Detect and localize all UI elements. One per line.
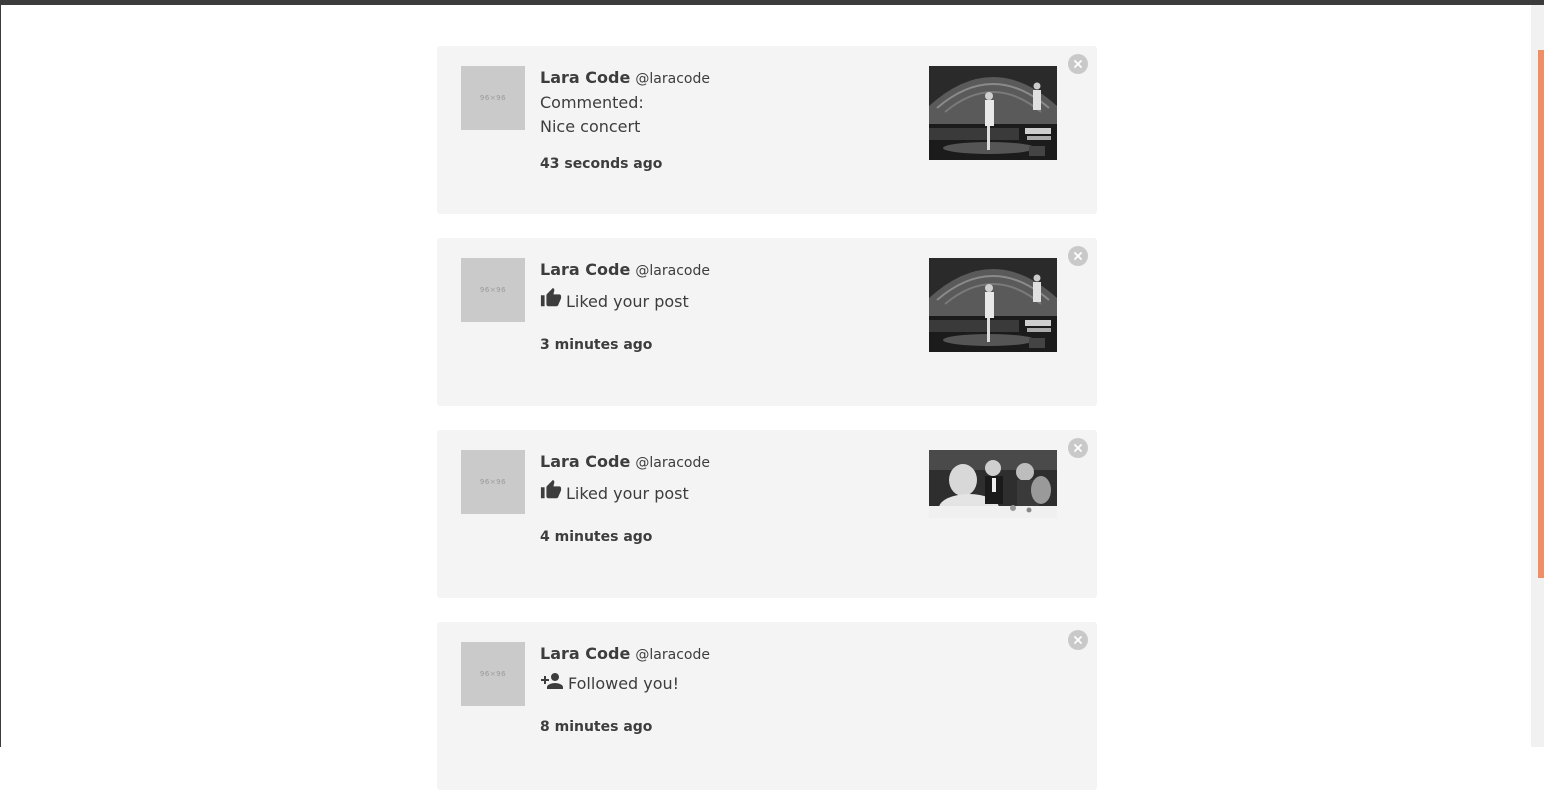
- person-add-icon: [540, 671, 564, 698]
- notification-action: Liked your post: [566, 484, 689, 503]
- window-left-border: [0, 0, 1, 747]
- notification-card: 96×96 Lara Code @laracode Commented: Nic…: [437, 46, 1097, 214]
- user-name[interactable]: Lara Code: [540, 452, 630, 471]
- user-handle[interactable]: @laracode: [635, 455, 710, 471]
- notification-content: Lara Code @laracode Liked your post 3 mi…: [540, 258, 920, 354]
- close-icon: [1074, 252, 1082, 260]
- post-thumbnail[interactable]: [929, 258, 1057, 352]
- notification-action: Followed you!: [568, 674, 680, 693]
- notification-action-line: Liked your post: [540, 287, 920, 316]
- user-handle[interactable]: @laracode: [635, 71, 710, 87]
- dismiss-button[interactable]: [1068, 246, 1088, 266]
- notification-content: Lara Code @laracode Followed you! 8 minu…: [540, 642, 920, 736]
- notification-card: 96×96 Lara Code @laracode Liked your pos…: [437, 238, 1097, 406]
- avatar-placeholder-label: 96×96: [479, 94, 507, 102]
- concert-stage-photo: [929, 66, 1057, 160]
- avatar-placeholder-label: 96×96: [479, 670, 507, 678]
- user-line: Lara Code @laracode: [540, 66, 920, 91]
- thumbs-up-icon: [540, 287, 562, 316]
- comment-text: Nice concert: [540, 117, 641, 136]
- notification-time: 3 minutes ago: [540, 337, 653, 353]
- thumbs-up-icon: [540, 479, 562, 508]
- user-line: Lara Code @laracode: [540, 642, 920, 667]
- party-table-photo: [929, 450, 1057, 518]
- post-thumbnail[interactable]: [929, 450, 1057, 518]
- notification-time: 4 minutes ago: [540, 529, 653, 545]
- user-name[interactable]: Lara Code: [540, 260, 630, 279]
- user-name[interactable]: Lara Code: [540, 68, 630, 87]
- dismiss-button[interactable]: [1068, 630, 1088, 650]
- user-line: Lara Code @laracode: [540, 258, 920, 283]
- notification-time: 8 minutes ago: [540, 719, 653, 735]
- notification-content: Lara Code @laracode Commented: Nice conc…: [540, 66, 920, 173]
- notification-action: Commented:: [540, 93, 644, 112]
- avatar[interactable]: 96×96: [461, 66, 525, 130]
- scrollbar[interactable]: [1531, 5, 1544, 747]
- scrollbar-thumb[interactable]: [1538, 50, 1544, 578]
- notification-action-line: Liked your post: [540, 479, 920, 508]
- user-name[interactable]: Lara Code: [540, 644, 630, 663]
- user-handle[interactable]: @laracode: [635, 263, 710, 279]
- notification-content: Lara Code @laracode Liked your post 4 mi…: [540, 450, 920, 546]
- close-icon: [1074, 444, 1082, 452]
- user-line: Lara Code @laracode: [540, 450, 920, 475]
- avatar-placeholder-label: 96×96: [479, 478, 507, 486]
- notification-card: 96×96 Lara Code @laracode Liked your pos…: [437, 430, 1097, 598]
- window-top-border: [0, 0, 1544, 5]
- post-thumbnail[interactable]: [929, 66, 1057, 160]
- avatar-placeholder-label: 96×96: [479, 286, 507, 294]
- user-handle[interactable]: @laracode: [635, 647, 710, 663]
- avatar[interactable]: 96×96: [461, 450, 525, 514]
- dismiss-button[interactable]: [1068, 54, 1088, 74]
- notification-time: 43 seconds ago: [540, 156, 663, 172]
- notification-action: Liked your post: [566, 292, 689, 311]
- close-icon: [1074, 636, 1082, 644]
- avatar[interactable]: 96×96: [461, 642, 525, 706]
- concert-stage-photo: [929, 258, 1057, 352]
- notification-action-line: Followed you!: [540, 671, 920, 698]
- notification-card: 96×96 Lara Code @laracode Followed you! …: [437, 622, 1097, 790]
- avatar[interactable]: 96×96: [461, 258, 525, 322]
- dismiss-button[interactable]: [1068, 438, 1088, 458]
- close-icon: [1074, 60, 1082, 68]
